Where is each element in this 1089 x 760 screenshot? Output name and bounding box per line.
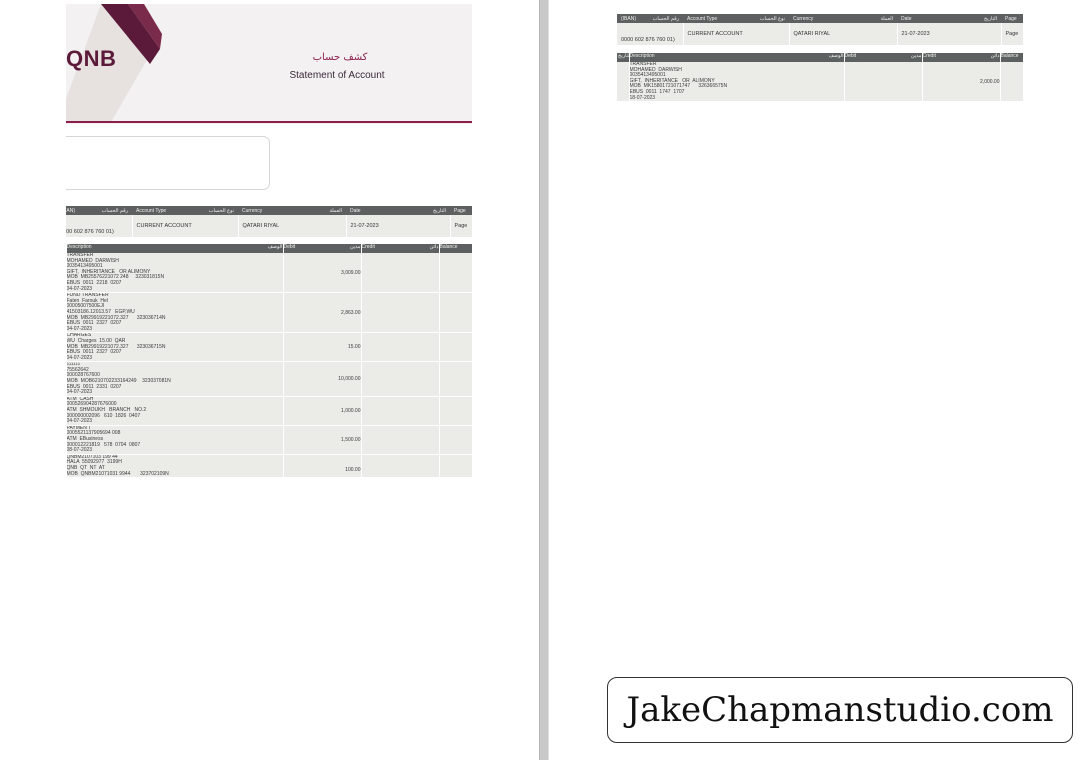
table-row: CHARGES WU Charges 15.00 QAR MOB MB29919… — [66, 332, 472, 363]
account-meta-table: (IBAN)رقم الحساب Account Typeنوع الحساب … — [66, 206, 472, 237]
currency-label: Currency — [242, 207, 263, 214]
meta-header-row: (IBAN)رقم الحساب Account Typeنوع الحساب … — [66, 206, 472, 215]
date-value: 21-07-2023 — [897, 23, 1002, 45]
table-row: TRANSFER MOHAMED DARWISH 0035413495001 G… — [617, 62, 1023, 103]
account-meta-table: (IBAN)رقم الحساب Account Typeنوع الحساب … — [617, 14, 1023, 45]
col-debit-ar: مدين — [349, 244, 361, 250]
account-type-label-ar: نوع الحساب — [208, 207, 234, 214]
row-description: ذذذذذذ 75562642 000028767600 MOB MOB6210… — [66, 361, 284, 397]
col-balance: Balance — [439, 244, 472, 253]
currency-label-ar: العملة — [329, 207, 342, 214]
row-description: TRANSFER MOHAMED DARWISH 0035413495001 G… — [629, 62, 845, 103]
page-value: Page — [450, 215, 472, 237]
meta-value-row: 0000 602 876 760 01) CURRENT ACCOUNT QAT… — [617, 23, 1023, 45]
qnb-logo: QNB — [66, 46, 117, 71]
row-debit: 100.00 — [283, 454, 362, 479]
date-label: Date — [901, 15, 912, 22]
date-label-ar: التاريخ — [433, 207, 446, 214]
col-credit-ar: دائن — [990, 53, 1000, 59]
row-description: CHARGES WU Charges 15.00 QAR MOB MB29919… — [66, 332, 284, 363]
account-holder-box — [66, 136, 270, 190]
transactions-header-row: التاريخ Descriptionالوصف Debitمدين Credi… — [66, 244, 472, 253]
table-row: PAYMEN T 0005521137905694 008 ATM EBusin… — [66, 425, 472, 455]
row-debit: 15.00 — [283, 332, 362, 363]
row-debit: 1,000.00 — [283, 396, 362, 426]
col-debit: Debit — [283, 244, 296, 250]
row-credit — [361, 425, 440, 455]
row-description: FUND TRANSFER Faten Farouk Hel 000050075… — [66, 292, 284, 334]
transactions-header-row: التاريخ Description الوصف Debit مدين Credi… — [617, 53, 1023, 62]
table-row: ذذذذذذ 75562642 000028767600 MOB MOB6210… — [66, 361, 472, 397]
col-description-ar: الوصف — [267, 244, 283, 250]
transactions-table: التاريخ Descriptionالوصف Debitمدين Credi… — [66, 244, 472, 479]
iban-value: 0000 602 876 760 01) — [66, 215, 133, 237]
account-type-label: Account Type — [687, 15, 718, 22]
page-label: Page — [450, 206, 472, 215]
row-description: QNBM2107103 199 44 HALA 55092977 3199H Q… — [66, 454, 284, 479]
page-value: Page — [1001, 23, 1023, 45]
row-description: TRANSFER MOHAMED DARWISH 0035413495001 G… — [66, 253, 284, 294]
watermark-badge: JakeChapmanstudio.com — [607, 677, 1073, 743]
date-label: Date — [350, 207, 361, 214]
brand-ribbon-graphic — [66, 4, 162, 122]
row-debit: 10,000.00 — [283, 361, 362, 397]
row-description: PAYMEN T 0005521137905694 008 ATM EBusin… — [66, 425, 284, 455]
col-credit: Credit — [922, 53, 936, 59]
col-debit: Debit — [844, 53, 857, 59]
statement-title-arabic: كشف حساب — [312, 52, 368, 63]
row-credit — [361, 396, 440, 426]
page-label: Page — [1001, 14, 1023, 23]
col-description: Description — [66, 244, 92, 250]
statement-title: Statement of Account — [289, 70, 385, 81]
statement-page-2: (IBAN) رقم الحساب Account Type نوع الحساب … — [617, 4, 1023, 116]
row-debit: 2,863.00 — [283, 292, 362, 334]
transactions-table: التاريخ Description الوصف Debit مدين Credi… — [617, 53, 1023, 103]
document-viewer: QNB كشف حساب Statement of Account (IBAN)… — [0, 0, 1089, 760]
row-debit: 3,009.00 — [283, 253, 362, 294]
header-divider — [66, 121, 472, 123]
date-value: 21-07-2023 — [346, 215, 451, 237]
row-credit — [361, 253, 440, 294]
col-debit-ar: مدين — [910, 53, 922, 59]
row-debit: 1,500.00 — [283, 425, 362, 455]
account-type-label-ar: نوع الحساب — [759, 15, 785, 22]
col-credit: Credit — [361, 244, 375, 250]
row-debit — [844, 62, 923, 103]
page-gutter — [539, 0, 549, 760]
currency-label-ar: العملة — [880, 15, 893, 22]
table-row: QNBM2107103 199 44 HALA 55092977 3199H Q… — [66, 454, 472, 479]
row-credit — [361, 292, 440, 334]
row-credit — [361, 332, 440, 363]
account-type-label: Account Type — [136, 207, 167, 214]
meta-value-row: 0000 602 876 760 01) CURRENT ACCOUNT QAT… — [66, 215, 472, 237]
col-balance: Balance — [1000, 53, 1023, 62]
row-credit: 2,000.00 — [922, 62, 1001, 103]
iban-label-ar: رقم الحساب — [652, 15, 679, 22]
iban-label: (IBAN) — [621, 15, 636, 22]
col-description-ar: الوصف — [828, 53, 844, 59]
currency-value: QATARI RIYAL — [238, 215, 347, 237]
currency-label: Currency — [793, 15, 814, 22]
statement-page-1: QNB كشف حساب Statement of Account (IBAN)… — [66, 4, 472, 532]
col-date-ar: التاريخ — [617, 53, 630, 62]
col-description: Description — [629, 53, 655, 59]
col-credit-ar: دائن — [429, 244, 439, 250]
currency-value: QATARI RIYAL — [789, 23, 898, 45]
table-row: TRANSFER MOHAMED DARWISH 0035413495001 G… — [66, 253, 472, 294]
account-type-value: CURRENT ACCOUNT — [683, 23, 790, 45]
iban-value: 0000 602 876 760 01) — [617, 23, 684, 45]
row-credit — [361, 454, 440, 479]
date-label-ar: التاريخ — [984, 15, 997, 22]
table-row: FUND TRANSFER Faten Farouk Hel 000050075… — [66, 292, 472, 334]
account-type-value: CURRENT ACCOUNT — [132, 215, 239, 237]
meta-header-row: (IBAN)رقم الحساب Account Typeنوع الحساب … — [617, 14, 1023, 23]
iban-label-ar: رقم الحساب — [101, 207, 128, 214]
row-credit — [361, 361, 440, 397]
table-row: ATM CASH 000526904287676000 ATM SHMOUKH … — [66, 396, 472, 426]
iban-label: (IBAN) — [66, 207, 75, 214]
row-description: ATM CASH 000526904287676000 ATM SHMOUKH … — [66, 396, 284, 426]
